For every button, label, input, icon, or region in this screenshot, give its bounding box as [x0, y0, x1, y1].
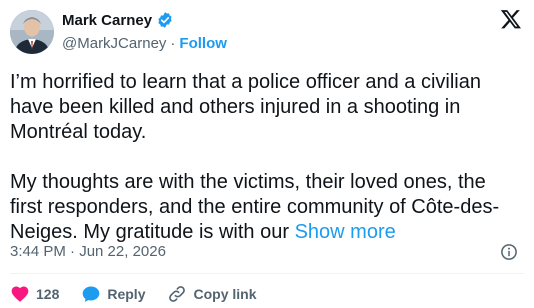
reply-bubble-icon [83, 286, 100, 302]
copy-link-label: Copy link [193, 286, 257, 302]
reply-button[interactable]: Reply [81, 284, 145, 304]
action-bar: 128 Reply Copy link [10, 284, 279, 304]
like-button[interactable]: 128 [10, 284, 59, 304]
heart-icon [11, 286, 29, 302]
link-icon [169, 286, 186, 302]
divider [10, 273, 524, 274]
x-logo-icon[interactable] [500, 8, 522, 30]
author-handle[interactable]: @MarkJCarney [62, 35, 166, 52]
author-name[interactable]: Mark Carney [62, 12, 152, 29]
like-count: 128 [36, 286, 60, 302]
follow-button[interactable]: Follow [179, 35, 227, 52]
info-icon[interactable] [500, 243, 518, 261]
copy-link-button[interactable]: Copy link [167, 284, 257, 304]
handle-row: @MarkJCarney · Follow [62, 35, 227, 52]
author-name-row: Mark Carney [62, 11, 174, 29]
verified-badge-icon [156, 11, 174, 29]
tweet-body: I’m horrified to learn that a police off… [10, 70, 520, 245]
tweet-embed-card: Mark Carney @MarkJCarney · Follow I’m ho… [0, 0, 534, 308]
tweet-paragraph-2-text: My thoughts are with the victims, their … [10, 171, 500, 243]
avatar[interactable] [10, 10, 54, 54]
tweet-paragraph-2: My thoughts are with the victims, their … [10, 170, 520, 245]
tweet-timestamp[interactable]: 3:44 PM · Jun 22, 2026 [10, 243, 166, 260]
reply-label: Reply [107, 286, 146, 302]
show-more-link[interactable]: Show more [295, 221, 396, 243]
tweet-paragraph-1: I’m horrified to learn that a police off… [10, 71, 481, 143]
separator-dot: · [170, 35, 176, 52]
